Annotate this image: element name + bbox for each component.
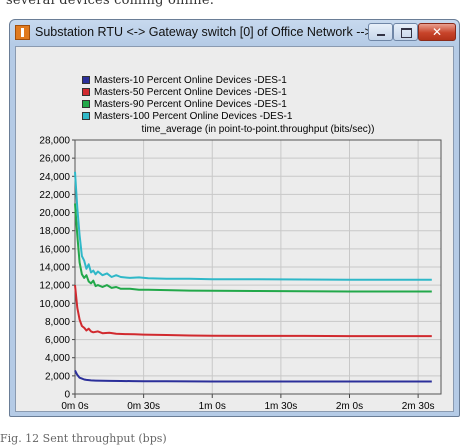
line-chart: 0 2,000 4,000 6,000 8,000 10,000 12,000 14,000 1… xyxy=(39,136,442,412)
y-tick-label: 10,000 xyxy=(39,299,70,310)
x-tick-label: 1m 30s xyxy=(264,401,297,412)
x-tick-label: 0m 30s xyxy=(127,401,160,412)
chart-window: Substation RTU <-> Gateway switch [0] of… xyxy=(9,19,460,417)
x-tick-label: 2m 0s xyxy=(336,401,363,412)
minimize-button[interactable] xyxy=(368,23,393,41)
y-tick-label: 2,000 xyxy=(45,371,70,382)
app-icon xyxy=(15,25,30,40)
y-tick-label: 4,000 xyxy=(45,353,70,364)
y-tick-label: 14,000 xyxy=(39,263,70,274)
y-tick-label: 6,000 xyxy=(45,335,70,346)
y-tick-label: 28,000 xyxy=(39,136,70,147)
maximize-icon xyxy=(401,28,412,38)
chart-panel: Masters-10 Percent Online Devices -DES-1… xyxy=(15,46,454,412)
y-tick-label: 24,000 xyxy=(39,172,70,183)
close-icon: ✕ xyxy=(431,25,443,39)
x-tick-label: 2m 30s xyxy=(402,401,435,412)
y-tick-label: 0 xyxy=(64,390,70,401)
y-tick-label: 20,000 xyxy=(39,208,70,219)
maximize-button[interactable] xyxy=(393,23,418,41)
window-titlebar[interactable]: Substation RTU <-> Gateway switch [0] of… xyxy=(10,20,459,46)
y-tick-label: 22,000 xyxy=(39,190,70,201)
body-text-fragment: several devices coming online. xyxy=(6,0,215,8)
x-tick-label: 1m 0s xyxy=(199,401,226,412)
close-button[interactable]: ✕ xyxy=(418,23,456,41)
window-title: Substation RTU <-> Gateway switch [0] of… xyxy=(35,25,372,39)
y-tick-label: 16,000 xyxy=(39,244,70,255)
y-tick-label: 18,000 xyxy=(39,226,70,237)
figure-caption: Fig. 12 Sent throughput (bps) xyxy=(0,432,167,445)
x-tick-label: 0m 0s xyxy=(61,401,88,412)
y-tick-label: 8,000 xyxy=(45,317,70,328)
y-tick-label: 26,000 xyxy=(39,154,70,165)
minimize-icon xyxy=(377,34,385,36)
y-tick-label: 12,000 xyxy=(39,281,70,292)
